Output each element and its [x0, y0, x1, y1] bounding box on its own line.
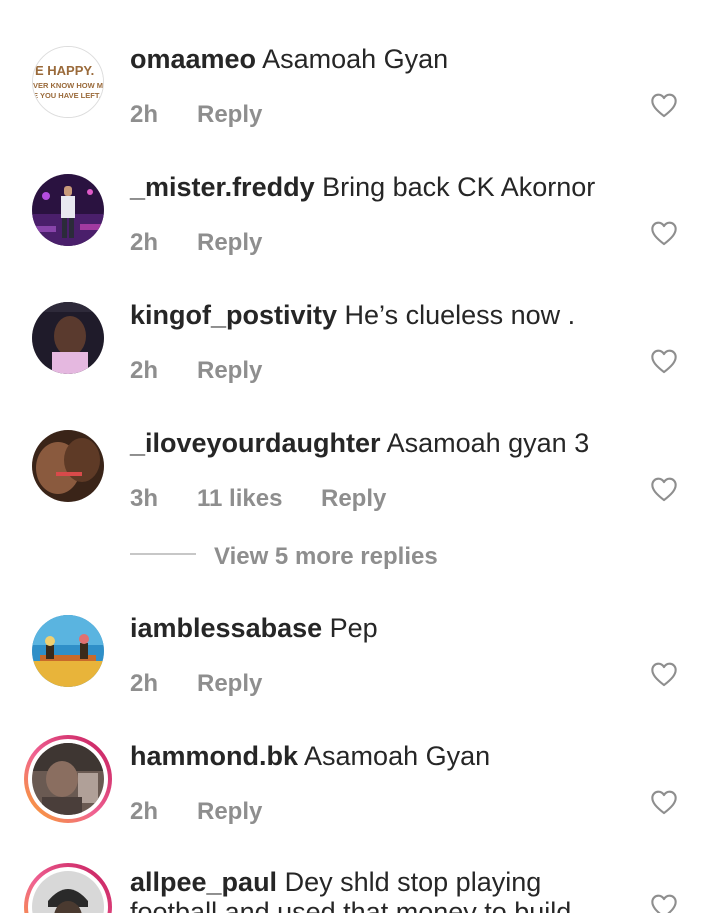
heart-outline-icon[interactable] — [650, 661, 678, 687]
comment-meta: 3h 11 likes Reply — [130, 484, 386, 514]
comment-meta: 2h Reply — [130, 100, 262, 130]
comment-time: 2h — [130, 229, 159, 256]
username[interactable]: iamblessabase — [130, 613, 322, 643]
reply-button[interactable]: Reply — [197, 228, 262, 258]
username[interactable]: _mister.freddy — [130, 172, 315, 202]
comment-time: 2h — [130, 101, 159, 128]
avatar[interactable] — [32, 743, 104, 815]
comment-text: iamblessabase Pep — [130, 611, 630, 645]
comment-item: _iloveyourdaughter Asamoah gyan 3 3h 11 l… — [0, 412, 720, 512]
comment-body: He’s clueless now . — [344, 300, 576, 330]
comment-text: allpee_paul Dey shld stop playing footba… — [130, 867, 630, 913]
comment-body: Pep — [329, 613, 378, 643]
avatar[interactable] — [32, 430, 104, 502]
comment-item: kingof_postivity He’s clueless now . 2h R… — [0, 284, 720, 384]
username[interactable]: hammond.bk — [130, 741, 298, 771]
view-more-replies-label[interactable]: View 5 more replies — [214, 540, 438, 574]
comment-text: _iloveyourdaughter Asamoah gyan 3 — [130, 426, 630, 460]
comment-time: 3h — [130, 485, 159, 512]
heart-outline-icon[interactable] — [650, 893, 678, 913]
comment-text: _mister.freddy Bring back CK Akornor — [130, 170, 630, 204]
comment-item: hammond.bk Asamoah Gyan 2h Reply — [0, 725, 720, 825]
comment-time: 2h — [130, 357, 159, 384]
comment-body: Asamoah Gyan — [262, 44, 449, 74]
avatar-text: E YOU HAVE LEFT. — [33, 91, 101, 100]
comment-text: hammond.bk Asamoah Gyan — [130, 739, 630, 773]
reply-button[interactable]: Reply — [197, 797, 262, 827]
username[interactable]: allpee_paul — [130, 867, 277, 897]
comment-body: Bring back CK Akornor — [322, 172, 596, 202]
avatar[interactable] — [32, 615, 104, 687]
avatar-story-ring[interactable] — [24, 735, 112, 823]
heart-outline-icon[interactable] — [650, 348, 678, 374]
avatar[interactable]: E HAPPY. VER KNOW HOW MUC E YOU HAVE LEF… — [32, 46, 104, 118]
heart-outline-icon[interactable] — [650, 476, 678, 502]
comment-text: omaameo Asamoah Gyan — [130, 42, 630, 76]
avatar-story-ring[interactable] — [24, 863, 112, 913]
heart-outline-icon[interactable] — [650, 92, 678, 118]
comment-item: iamblessabase Pep 2h Reply — [0, 597, 720, 697]
comment-body: Asamoah gyan 3 — [386, 428, 590, 458]
comment-item: allpee_paul Dey shld stop playing footba… — [0, 853, 720, 913]
comment-meta: 2h Reply — [130, 228, 262, 258]
reply-button[interactable]: Reply — [197, 356, 262, 386]
reply-button[interactable]: Reply — [197, 669, 262, 699]
username[interactable]: _iloveyourdaughter — [130, 428, 381, 458]
avatar[interactable] — [32, 302, 104, 374]
comment-body: Asamoah Gyan — [304, 741, 491, 771]
replies-divider — [130, 553, 196, 555]
username[interactable]: kingof_postivity — [130, 300, 337, 330]
heart-outline-icon[interactable] — [650, 220, 678, 246]
reply-button[interactable]: Reply — [321, 484, 386, 514]
comment-item: _mister.freddy Bring back CK Akornor 2h R… — [0, 156, 720, 256]
comment-meta: 2h Reply — [130, 797, 262, 827]
likes-count[interactable]: 11 likes — [197, 484, 321, 514]
comment-item: E HAPPY. VER KNOW HOW MUC E YOU HAVE LEF… — [0, 28, 720, 128]
comment-time: 2h — [130, 670, 159, 697]
avatar[interactable] — [32, 174, 104, 246]
heart-outline-icon[interactable] — [650, 789, 678, 815]
avatar-text: E HAPPY. — [35, 63, 94, 78]
username[interactable]: omaameo — [130, 44, 256, 74]
comment-meta: 2h Reply — [130, 356, 262, 386]
comment-text: kingof_postivity He’s clueless now . — [130, 298, 630, 332]
view-more-replies[interactable]: View 5 more replies — [130, 540, 530, 574]
reply-button[interactable]: Reply — [197, 100, 262, 130]
comment-time: 2h — [130, 798, 159, 825]
avatar-text: VER KNOW HOW MUC — [33, 81, 103, 90]
comment-meta: 2h Reply — [130, 669, 262, 699]
